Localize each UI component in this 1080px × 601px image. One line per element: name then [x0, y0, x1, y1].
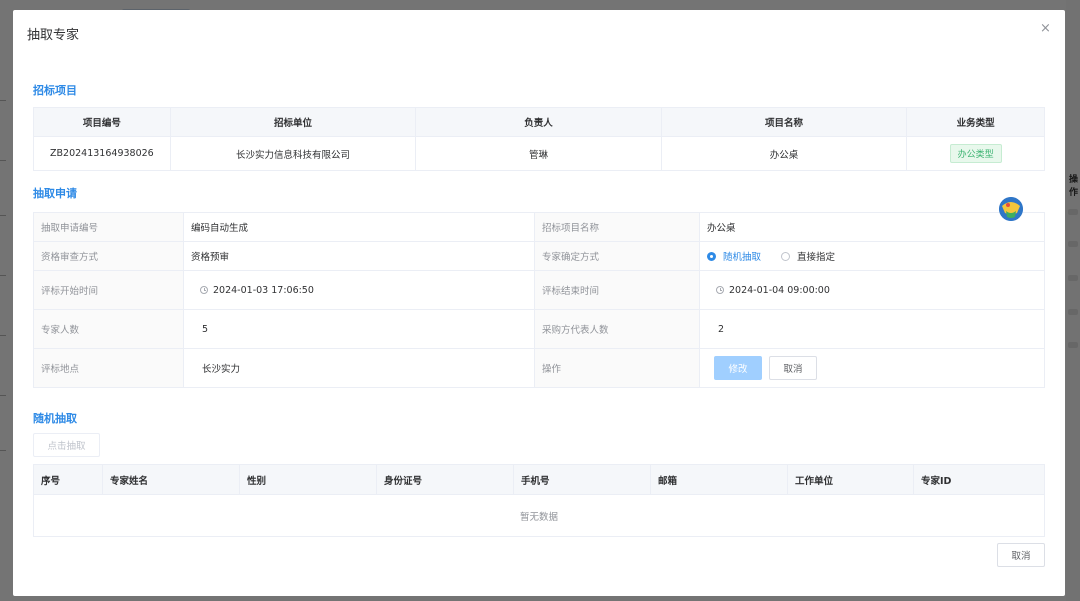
column-header: 手机号	[514, 465, 651, 494]
column-header: 邮箱	[651, 465, 788, 494]
start-time-picker[interactable]: 2024-01-03 17:06:50	[184, 271, 535, 309]
radio-random-extract-label[interactable]: 随机抽取	[723, 249, 761, 263]
radio-random-extract[interactable]	[707, 251, 716, 261]
column-header: 业务类型	[956, 118, 995, 129]
expert-method-radio-group: 随机抽取 直接指定	[700, 242, 1044, 270]
close-icon[interactable]: ×	[1040, 22, 1051, 36]
avatar-icon	[999, 197, 1023, 221]
clock-icon	[200, 286, 208, 294]
project-name-cell: 办公桌	[662, 137, 908, 170]
field-label: 操作	[535, 349, 700, 387]
form-row: 资格审查方式 资格预审 专家确定方式 随机抽取 直接指定	[34, 242, 1044, 271]
operation-cell: 修改 取消	[700, 349, 1044, 387]
field-label: 资格审查方式	[34, 242, 184, 270]
business-type-tag: 办公类型	[949, 144, 1002, 163]
column-header: 专家姓名	[103, 465, 240, 494]
end-time-value: 2024-01-04 09:00:00	[729, 284, 830, 296]
section-title-random-extract: 随机抽取	[33, 412, 77, 425]
field-label: 专家确定方式	[535, 242, 700, 270]
modify-button[interactable]: 修改	[714, 356, 762, 380]
field-label: 评标开始时间	[34, 271, 184, 309]
dialog-title: 抽取专家	[27, 28, 80, 43]
section-title-extract-application: 抽取申请	[33, 187, 77, 200]
form-row: 抽取申请编号 编码自动生成 招标项目名称 办公桌	[34, 213, 1044, 242]
form-row: 专家人数 5 采购方代表人数 2	[34, 310, 1044, 349]
field-label: 评标地点	[34, 349, 184, 387]
form-row: 评标地点 长沙实力 操作 修改 取消	[34, 349, 1044, 388]
start-time-value: 2024-01-03 17:06:50	[213, 284, 314, 296]
footer-cancel-button[interactable]: 取消	[997, 543, 1045, 567]
empty-data-text: 暂无数据	[519, 511, 558, 523]
column-header: 专家ID	[921, 475, 952, 487]
qualification-review-value: 资格预审	[184, 242, 535, 270]
column-header: 招标单位	[171, 108, 417, 136]
column-header: 项目名称	[662, 108, 908, 136]
radio-direct-assign[interactable]	[781, 251, 791, 261]
column-header: 性别	[240, 465, 377, 494]
table-header-row: 序号 专家姓名 性别 身份证号 手机号 邮箱 工作单位 专家ID	[34, 465, 1044, 495]
owner-cell: 管琳	[416, 137, 662, 170]
end-time-picker[interactable]: 2024-01-04 09:00:00	[700, 271, 1044, 309]
field-label: 专家人数	[34, 310, 184, 348]
project-code-cell: ZB202413164938026	[34, 137, 171, 170]
buyer-rep-count-input[interactable]: 2	[700, 310, 1044, 348]
section-title-bidding-project: 招标项目	[33, 84, 77, 97]
bidding-project-table: 项目编号 招标单位 负责人 项目名称 业务类型 ZB20241316493802…	[33, 107, 1045, 171]
column-header: 工作单位	[788, 465, 914, 494]
business-type-cell: 办公类型	[907, 137, 1044, 170]
bid-location-input[interactable]: 长沙实力	[184, 349, 535, 387]
field-label: 采购方代表人数	[535, 310, 700, 348]
column-header: 负责人	[416, 108, 662, 136]
project-name-value: 办公桌	[707, 223, 736, 234]
table-header-row: 项目编号 招标单位 负责人 项目名称 业务类型	[34, 108, 1044, 137]
clock-icon	[716, 286, 724, 294]
application-code-value: 编码自动生成	[184, 213, 535, 241]
column-header: 身份证号	[377, 465, 514, 494]
table-row: ZB202413164938026 长沙实力信息科技有限公司 管琳 办公桌 办公…	[34, 137, 1044, 170]
expert-result-table: 序号 专家姓名 性别 身份证号 手机号 邮箱 工作单位 专家ID 暂无数据	[33, 464, 1045, 537]
extract-application-form: 抽取申请编号 编码自动生成 招标项目名称 办公桌 资格审查方式 资格预审 专家确…	[33, 212, 1045, 388]
bidding-unit-cell: 长沙实力信息科技有限公司	[171, 137, 417, 170]
field-label: 抽取申请编号	[34, 213, 184, 241]
column-header: 序号	[34, 465, 103, 494]
expert-count-input[interactable]: 5	[184, 310, 535, 348]
user-avatar[interactable]	[999, 197, 1023, 221]
field-label: 招标项目名称	[535, 213, 700, 241]
extract-expert-dialog: 抽取专家 × 招标项目 项目编号 招标单位 负责人 项目名称 业务类型 ZB20…	[13, 10, 1065, 596]
radio-direct-assign-label[interactable]: 直接指定	[797, 249, 835, 263]
column-header: 项目编号	[34, 108, 171, 136]
cancel-edit-button[interactable]: 取消	[769, 356, 817, 380]
form-row: 评标开始时间 2024-01-03 17:06:50 评标结束时间 2024-0…	[34, 271, 1044, 310]
draw-experts-button[interactable]: 点击抽取	[33, 433, 100, 457]
field-label: 评标结束时间	[535, 271, 700, 309]
